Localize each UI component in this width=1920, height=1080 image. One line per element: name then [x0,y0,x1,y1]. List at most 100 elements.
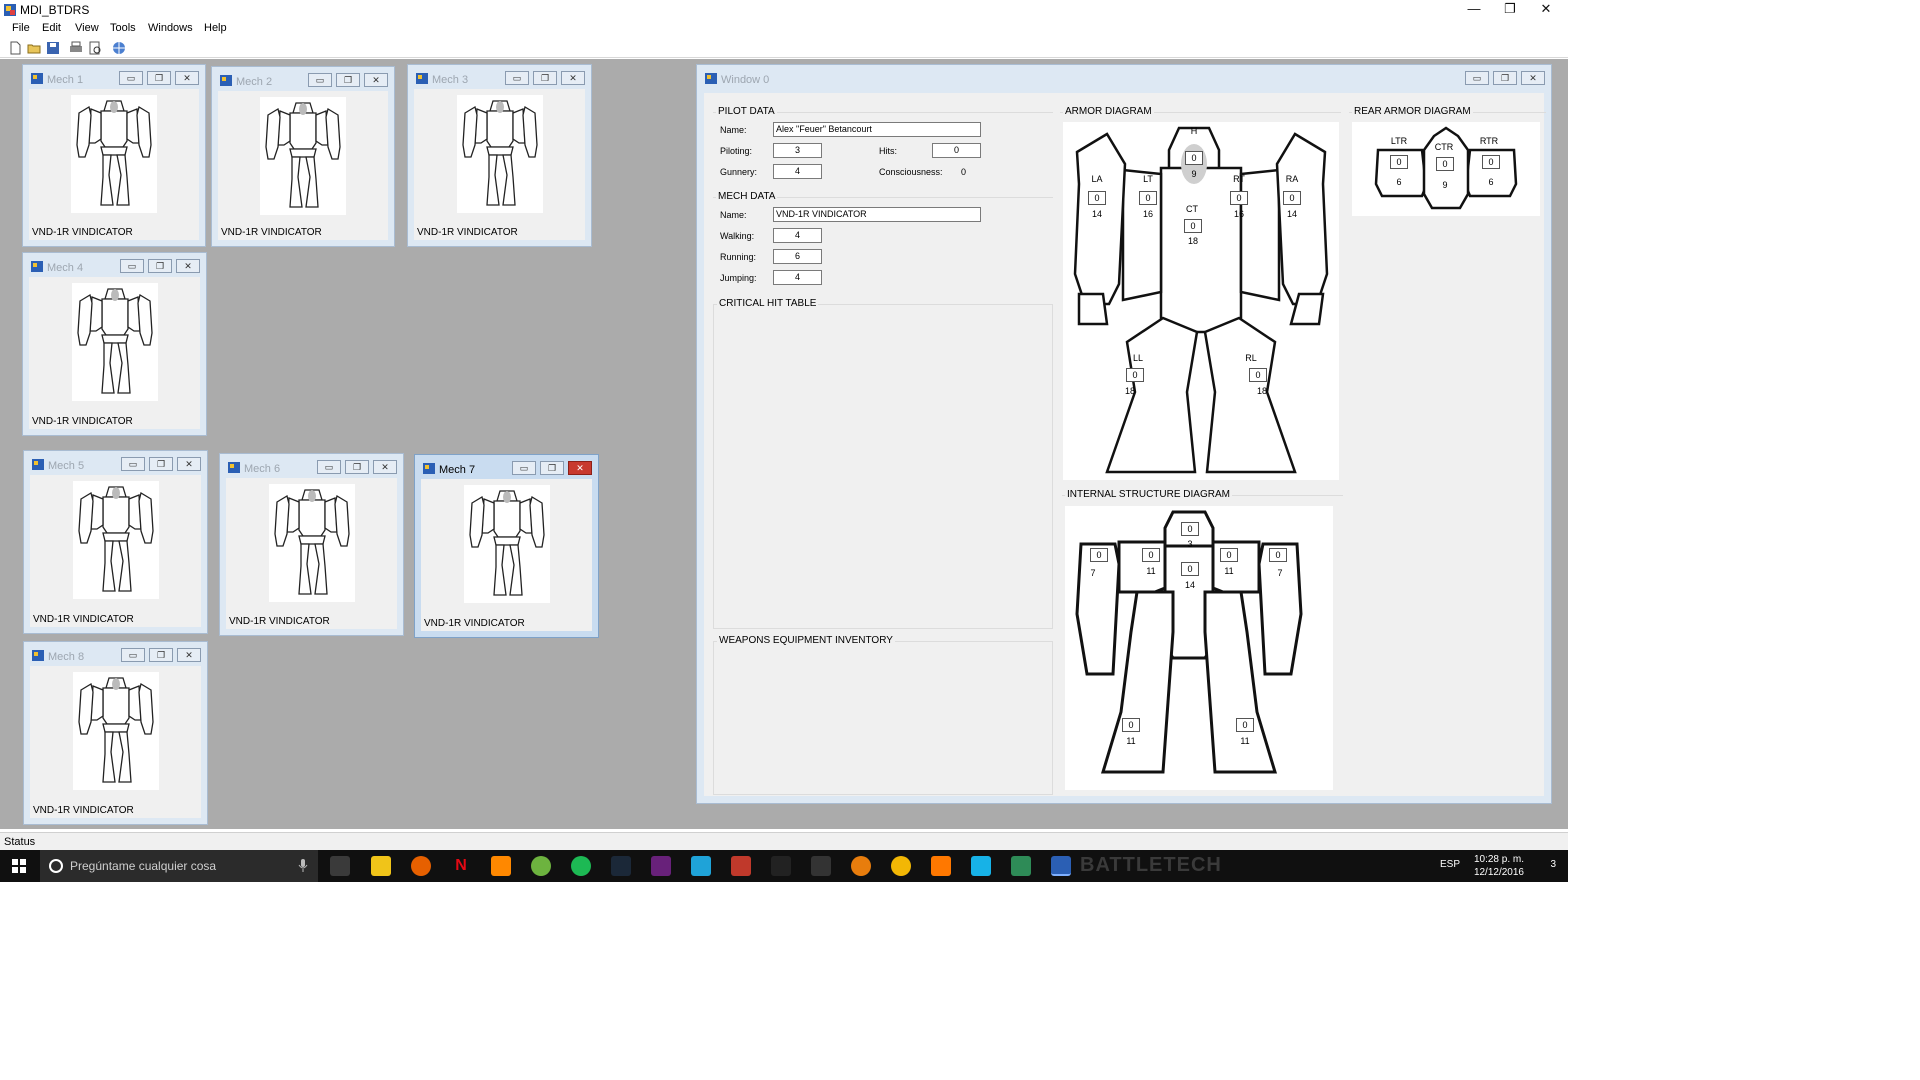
mech-window-titlebar[interactable]: Mech 2 ▭ ❐ ✕ [218,72,388,90]
armor-ll-input[interactable]: 0 [1126,368,1144,382]
mech-window-2[interactable]: Mech 2 ▭ ❐ ✕ VND-1R VINDICATOR [211,66,395,247]
unity-icon[interactable] [771,856,791,876]
armor-la-input[interactable]: 0 [1088,191,1106,205]
mech-window-titlebar[interactable]: Mech 8 ▭ ❐ ✕ [30,647,201,665]
minimize-button[interactable]: ▭ [1465,71,1489,85]
mdi-btdrs-icon[interactable] [1051,856,1071,876]
rear-rtr-input[interactable]: 0 [1482,155,1500,169]
firefox-icon[interactable] [411,856,431,876]
restore-button[interactable]: ❐ [336,73,360,87]
mech-window-titlebar[interactable]: Mech 1 ▭ ❐ ✕ [29,70,199,88]
restore-button[interactable]: ❐ [147,71,171,85]
rear-ltr-input[interactable]: 0 [1390,155,1408,169]
notifications-badge[interactable]: 3 [1550,859,1556,870]
ccleaner-icon[interactable] [691,856,711,876]
steam-icon[interactable] [611,856,631,876]
internal-lt-input[interactable]: 0 [1142,548,1160,562]
close-button[interactable]: ✕ [176,259,200,273]
file-explorer-icon[interactable] [371,856,391,876]
microphone-icon[interactable] [298,859,308,873]
kodi-icon[interactable] [971,856,991,876]
mech-window-titlebar[interactable]: Mech 6 ▭ ❐ ✕ [226,459,397,477]
web-icon[interactable] [112,41,126,55]
mech-window-titlebar[interactable]: Mech 5 ▭ ❐ ✕ [30,456,201,474]
mech-window-8[interactable]: Mech 8 ▭ ❐ ✕ VND-1R VINDICATOR [23,641,208,825]
new-icon[interactable] [8,41,22,55]
roblox-icon[interactable] [731,856,751,876]
armor-rl-input[interactable]: 0 [1249,368,1267,382]
record-sheet-window[interactable]: Window 0 ▭ ❐ ✕ PILOT DATA Name: Alex "Feue… [696,64,1552,804]
minimize-button[interactable]: — [1456,0,1492,20]
record-sheet-titlebar[interactable]: Window 0 ▭ ❐ ✕ [703,70,1545,88]
language-indicator[interactable]: ESP [1440,859,1460,870]
jumping-field[interactable]: 4 [773,270,822,285]
start-button-icon[interactable] [12,859,26,873]
pilot-name-field[interactable]: Alex "Feuer" Betancourt [773,122,981,137]
avast-icon[interactable] [931,856,951,876]
restore-button[interactable]: ❐ [540,461,564,475]
internal-rl-input[interactable]: 0 [1236,718,1254,732]
piloting-field[interactable]: 3 [773,143,822,158]
vlc-icon[interactable] [491,856,511,876]
mech-window-4[interactable]: Mech 4 ▭ ❐ ✕ VND-1R VINDICATOR [22,252,207,436]
walking-field[interactable]: 4 [773,228,822,243]
armor-ra-input[interactable]: 0 [1283,191,1301,205]
epic-games-icon[interactable] [811,856,831,876]
mech-window-titlebar[interactable]: Mech 3 ▭ ❐ ✕ [414,70,585,88]
spotify-icon[interactable] [571,856,591,876]
menu-edit[interactable]: Edit [42,22,61,34]
armor-ct-input[interactable]: 0 [1184,219,1202,233]
internal-ct-input[interactable]: 0 [1181,562,1199,576]
internal-ra-input[interactable]: 0 [1269,548,1287,562]
close-button[interactable]: ✕ [175,71,199,85]
close-button[interactable]: ✕ [373,460,397,474]
mech-window-7[interactable]: Mech 7 ▭ ❐ ✕ VND-1R VINDICATOR [414,454,599,638]
fl-studio-icon[interactable] [891,856,911,876]
task-view-icon[interactable] [330,856,350,876]
restore-button[interactable]: ❐ [345,460,369,474]
menu-file[interactable]: File [12,22,30,34]
close-button[interactable]: ✕ [364,73,388,87]
internal-h-input[interactable]: 0 [1181,522,1199,536]
print-icon[interactable] [69,41,83,55]
restore-button[interactable]: ❐ [1492,0,1528,20]
utorrent-icon[interactable] [531,856,551,876]
close-button[interactable]: ✕ [177,457,201,471]
gunnery-field[interactable]: 4 [773,164,822,179]
save-icon[interactable] [46,41,60,55]
minimize-button[interactable]: ▭ [505,71,529,85]
mech-window-3[interactable]: Mech 3 ▭ ❐ ✕ VND-1R VINDICATOR [407,64,592,247]
armor-lt-input[interactable]: 0 [1139,191,1157,205]
blender-icon[interactable] [851,856,871,876]
close-button[interactable]: ✕ [1521,71,1545,85]
armor-rt-input[interactable]: 0 [1230,191,1248,205]
internal-ll-input[interactable]: 0 [1122,718,1140,732]
close-button[interactable]: ✕ [1528,0,1564,20]
restore-button[interactable]: ❐ [1493,71,1517,85]
menu-view[interactable]: View [75,22,99,34]
armor-h-input[interactable]: 0 [1185,151,1203,165]
mech-window-5[interactable]: Mech 5 ▭ ❐ ✕ VND-1R VINDICATOR [23,450,208,634]
menu-help[interactable]: Help [204,22,227,34]
close-button[interactable]: ✕ [177,648,201,662]
open-icon[interactable] [27,41,41,55]
taskbar-clock[interactable]: 10:28 p. m. 12/12/2016 [1474,853,1524,879]
menu-windows[interactable]: Windows [148,22,193,34]
running-field[interactable]: 6 [773,249,822,264]
minimize-button[interactable]: ▭ [512,461,536,475]
restore-button[interactable]: ❐ [149,648,173,662]
internal-rt-input[interactable]: 0 [1220,548,1238,562]
restore-button[interactable]: ❐ [533,71,557,85]
minimize-button[interactable]: ▭ [120,259,144,273]
minimize-button[interactable]: ▭ [119,71,143,85]
menu-tools[interactable]: Tools [110,22,136,34]
close-button[interactable]: ✕ [561,71,585,85]
netflix-icon[interactable]: N [451,856,471,876]
mech-window-1[interactable]: Mech 1 ▭ ❐ ✕ VND-1R VINDICATOR [22,64,206,247]
taskbar-search-box[interactable]: Pregúntame cualquier cosa [40,850,318,882]
minimize-button[interactable]: ▭ [121,648,145,662]
print-preview-icon[interactable] [88,41,102,55]
app-icon[interactable] [1011,856,1031,876]
minimize-button[interactable]: ▭ [317,460,341,474]
mech-name-field[interactable]: VND-1R VINDICATOR [773,207,981,222]
